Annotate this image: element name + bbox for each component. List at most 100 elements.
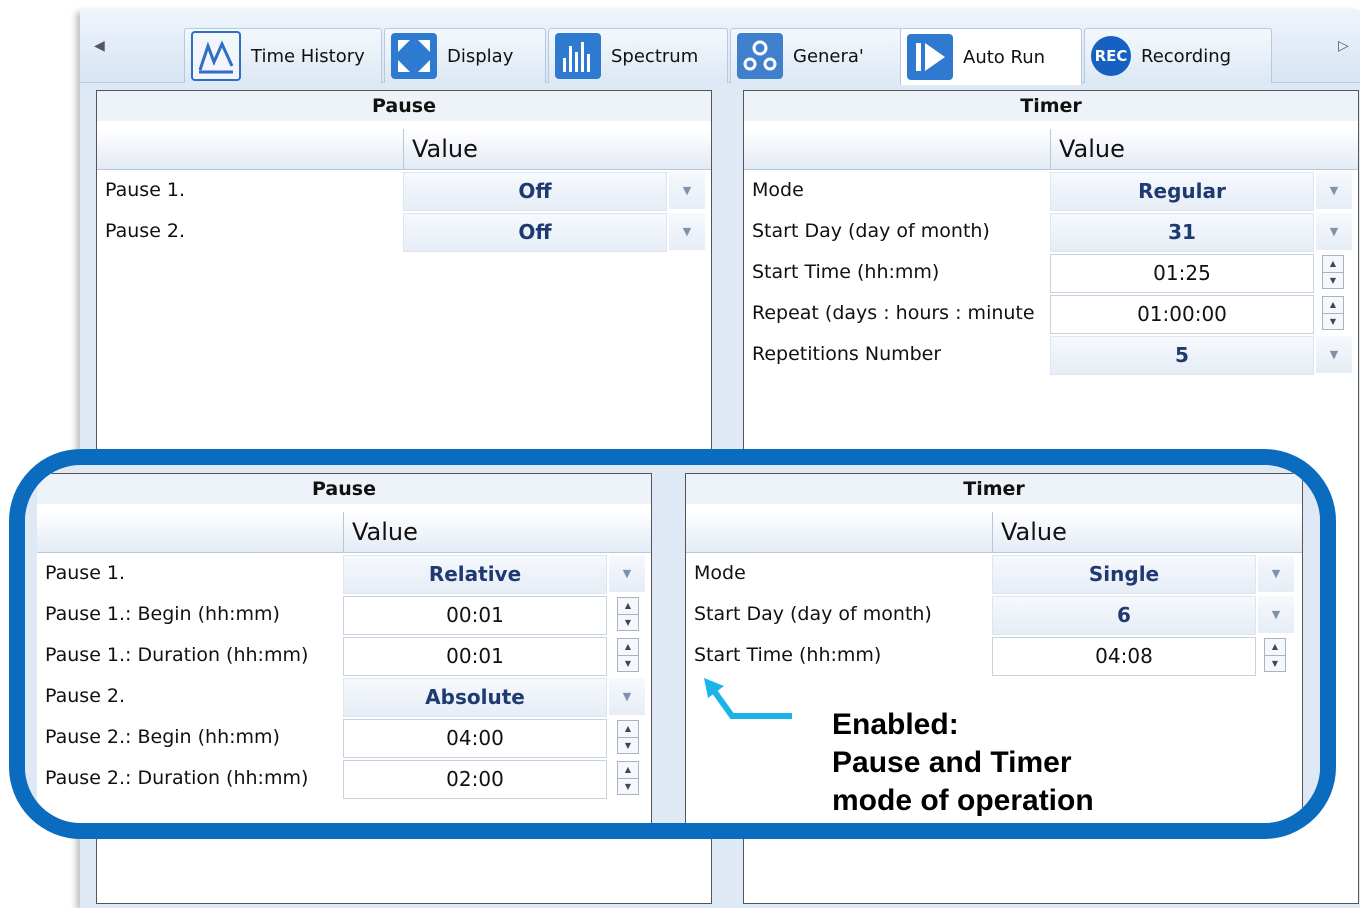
spin-buttons[interactable]: ▲ ▼ — [1322, 255, 1344, 289]
spin-up-icon[interactable]: ▲ — [618, 721, 638, 737]
spin-down-icon[interactable]: ▼ — [618, 655, 638, 672]
display-icon — [391, 33, 437, 79]
pause-2-select[interactable]: Absolute — [343, 678, 607, 717]
tab-time-history[interactable]: Time History — [184, 28, 382, 83]
tab-label: Display — [447, 45, 514, 67]
value-column-header: Value — [37, 512, 651, 553]
spin-buttons[interactable]: ▲ ▼ — [617, 597, 639, 631]
recording-icon: REC — [1091, 36, 1131, 76]
pause-1-select[interactable]: Relative — [343, 555, 607, 594]
pause-2-select[interactable]: Off — [403, 213, 667, 252]
timer-mode-select[interactable]: Single — [992, 555, 1256, 594]
spin-buttons[interactable]: ▲ ▼ — [617, 638, 639, 672]
auto-run-icon — [907, 34, 953, 80]
timer-panel-title: Timer — [744, 91, 1358, 121]
spin-down-icon[interactable]: ▼ — [618, 614, 638, 631]
tab-label: Auto Run — [963, 46, 1046, 68]
dropdown-arrow-icon[interactable]: ▼ — [1316, 172, 1352, 209]
pause-2-duration-row: Pause 2.: Duration (hh:mm) 02:00 ▲ ▼ — [37, 758, 651, 799]
pause-1-row: Pause 1. Off ▼ — [97, 170, 711, 211]
start-day-select[interactable]: 6 — [992, 596, 1256, 635]
start-day-select[interactable]: 31 — [1050, 213, 1314, 252]
dropdown-arrow-icon[interactable]: ▼ — [669, 213, 705, 250]
start-time-input[interactable]: 04:08 — [992, 637, 1256, 676]
callout-note: Enabled: Pause and Timer mode of operati… — [832, 706, 1094, 820]
timer-start-day-row: Start Day (day of month) 31 ▼ — [744, 211, 1358, 252]
pause-panel-title: Pause — [37, 474, 651, 504]
timer-repetitions-row: Repetitions Number 5 ▼ — [744, 334, 1358, 375]
timer-mode-select[interactable]: Regular — [1050, 172, 1314, 211]
dropdown-arrow-icon[interactable]: ▼ — [1258, 555, 1294, 592]
timer-mode-row: Mode Regular ▼ — [744, 170, 1358, 211]
tab-auto-run[interactable]: Auto Run — [900, 28, 1082, 85]
time-history-icon — [191, 31, 241, 81]
spin-buttons[interactable]: ▲ ▼ — [1322, 296, 1344, 330]
dropdown-arrow-icon[interactable]: ▼ — [669, 172, 705, 209]
pause-1-select[interactable]: Off — [403, 172, 667, 211]
overlay-pause-panel: Pause Value Pause 1. Relative ▼ Pause 1.… — [37, 473, 652, 823]
dropdown-arrow-icon[interactable]: ▼ — [1316, 336, 1352, 373]
timer-grid: Value Mode Regular ▼ Start Day (day of m… — [744, 129, 1358, 375]
tab-display[interactable]: Display — [384, 28, 546, 83]
spectrum-icon — [555, 33, 601, 79]
pause-panel-title: Pause — [97, 91, 711, 121]
value-column-header: Value — [97, 129, 711, 170]
pause-1-row: Pause 1. Relative ▼ — [37, 553, 651, 594]
tab-label: Spectrum — [611, 45, 699, 67]
callout-note-line: mode of operation — [832, 784, 1094, 817]
dropdown-arrow-icon[interactable]: ▼ — [1316, 213, 1352, 250]
dropdown-arrow-icon[interactable]: ▼ — [609, 555, 645, 592]
spin-down-icon[interactable]: ▼ — [1265, 655, 1285, 672]
timer-mode-row: Mode Single ▼ — [686, 553, 1302, 594]
spin-up-icon[interactable]: ▲ — [618, 639, 638, 655]
scroll-left-icon[interactable]: ◀ — [94, 38, 105, 54]
repetitions-select[interactable]: 5 — [1050, 336, 1314, 375]
timer-start-day-row: Start Day (day of month) 6 ▼ — [686, 594, 1302, 635]
tab-bar: ◀ Time History Display Spectrum Genera' … — [80, 10, 1360, 85]
scroll-right-icon[interactable]: ▷ — [1338, 38, 1349, 54]
spin-up-icon[interactable]: ▲ — [618, 762, 638, 778]
spin-up-icon[interactable]: ▲ — [1265, 639, 1285, 655]
pause-1-duration-row: Pause 1.: Duration (hh:mm) 00:01 ▲ ▼ — [37, 635, 651, 676]
tab-spectrum[interactable]: Spectrum — [548, 28, 728, 83]
spin-buttons[interactable]: ▲ ▼ — [617, 720, 639, 754]
callout-note-line: Pause and Timer — [832, 746, 1072, 779]
timer-panel-title: Timer — [686, 474, 1302, 504]
tab-general[interactable]: Genera' — [730, 28, 902, 83]
spin-down-icon[interactable]: ▼ — [618, 737, 638, 754]
pause-2-row: Pause 2. Absolute ▼ — [37, 676, 651, 717]
pause-grid: Value Pause 1. Off ▼ Pause 2. Off ▼ — [97, 129, 711, 252]
general-icon — [737, 33, 783, 79]
pause-grid: Value Pause 1. Relative ▼ Pause 1.: Begi… — [37, 512, 651, 799]
highlight-callout: Pause Value Pause 1. Relative ▼ Pause 1.… — [9, 449, 1336, 839]
spin-up-icon[interactable]: ▲ — [1323, 297, 1343, 313]
timer-grid: Value Mode Single ▼ Start Day (day of mo… — [686, 512, 1302, 676]
repeat-input[interactable]: 01:00:00 — [1050, 295, 1314, 334]
tab-label: Time History — [251, 45, 365, 67]
tab-recording[interactable]: REC Recording — [1084, 28, 1272, 83]
pause-1-begin-row: Pause 1.: Begin (hh:mm) 00:01 ▲ ▼ — [37, 594, 651, 635]
value-column-header: Value — [744, 129, 1358, 170]
value-column-header: Value — [686, 512, 1302, 553]
dropdown-arrow-icon[interactable]: ▼ — [1258, 596, 1294, 633]
start-time-input[interactable]: 01:25 — [1050, 254, 1314, 293]
spin-down-icon[interactable]: ▼ — [618, 778, 638, 795]
callout-note-line: Enabled: — [832, 708, 959, 741]
spin-down-icon[interactable]: ▼ — [1323, 272, 1343, 289]
pause-2-begin-input[interactable]: 04:00 — [343, 719, 607, 758]
pause-2-duration-input[interactable]: 02:00 — [343, 760, 607, 799]
tab-label: Recording — [1141, 45, 1232, 67]
pause-2-row: Pause 2. Off ▼ — [97, 211, 711, 252]
dropdown-arrow-icon[interactable]: ▼ — [609, 678, 645, 715]
spin-up-icon[interactable]: ▲ — [618, 598, 638, 614]
tab-label: Genera' — [793, 45, 864, 67]
pause-1-duration-input[interactable]: 00:01 — [343, 637, 607, 676]
spin-buttons[interactable]: ▲ ▼ — [617, 761, 639, 795]
spin-up-icon[interactable]: ▲ — [1323, 256, 1343, 272]
pause-2-begin-row: Pause 2.: Begin (hh:mm) 04:00 ▲ ▼ — [37, 717, 651, 758]
spin-buttons[interactable]: ▲ ▼ — [1264, 638, 1286, 672]
timer-start-time-row: Start Time (hh:mm) 01:25 ▲ ▼ — [744, 252, 1358, 293]
timer-start-time-row: Start Time (hh:mm) 04:08 ▲ ▼ — [686, 635, 1302, 676]
pause-1-begin-input[interactable]: 00:01 — [343, 596, 607, 635]
spin-down-icon[interactable]: ▼ — [1323, 313, 1343, 330]
